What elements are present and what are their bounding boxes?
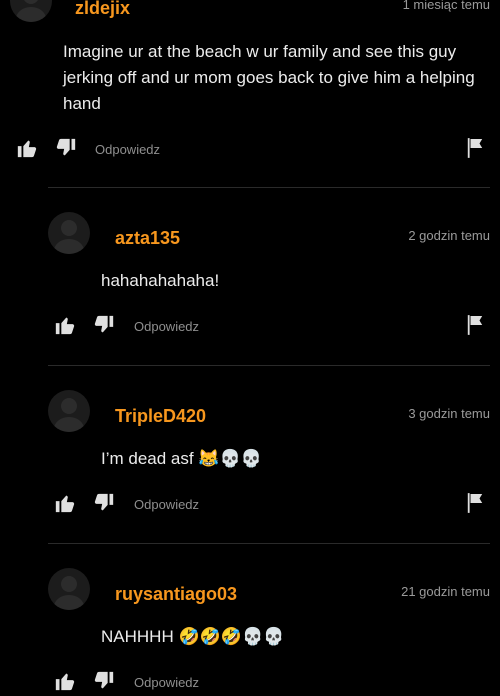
comment-item: ruysantiago03 21 godzin temu NAHHHH 🤣🤣🤣💀… (0, 546, 500, 696)
thumbs-down-icon[interactable] (93, 670, 115, 692)
comment-actions: Odpowiedz (0, 670, 500, 694)
thumbs-down-icon[interactable] (93, 492, 115, 514)
comment-item: zldejix 1 miesiąc temu Imagine ur at the… (0, 0, 500, 190)
avatar[interactable] (48, 390, 90, 432)
reply-button[interactable]: Odpowiedz (134, 497, 199, 512)
comment-text: hahahahahaha! (101, 271, 220, 290)
thumbs-down-icon[interactable] (55, 137, 77, 159)
reply-button[interactable]: Odpowiedz (95, 142, 160, 157)
comment-timestamp: 2 godzin temu (408, 228, 490, 243)
flag-icon[interactable] (466, 493, 484, 513)
divider (48, 543, 490, 544)
comment-item: TripleD420 3 godzin temu I’m dead asf 😹💀… (0, 368, 500, 546)
comment-actions: Odpowiedz (0, 314, 500, 338)
flag-icon[interactable] (466, 138, 484, 158)
reply-button[interactable]: Odpowiedz (134, 319, 199, 334)
thumbs-up-icon[interactable] (54, 670, 76, 692)
thumbs-down-icon[interactable] (93, 314, 115, 336)
avatar[interactable] (48, 568, 90, 610)
comment-username[interactable]: azta135 (115, 228, 180, 249)
comment-username[interactable]: ruysantiago03 (115, 584, 237, 605)
comment-username[interactable]: zldejix (75, 0, 130, 19)
comment-timestamp: 21 godzin temu (401, 584, 490, 599)
reply-button[interactable]: Odpowiedz (134, 675, 199, 690)
divider (48, 365, 490, 366)
comment-item: azta135 2 godzin temu hahahahahaha! Odpo… (0, 190, 500, 368)
thumbs-up-icon[interactable] (16, 137, 38, 159)
avatar[interactable] (10, 0, 52, 22)
comment-actions: Odpowiedz (0, 492, 500, 516)
flag-icon[interactable] (466, 315, 484, 335)
comment-text: NAHHHH 🤣🤣🤣💀💀 (101, 627, 285, 646)
comment-timestamp: 1 miesiąc temu (402, 0, 490, 12)
comment-actions: Odpowiedz (0, 137, 500, 161)
avatar[interactable] (48, 212, 90, 254)
comment-username[interactable]: TripleD420 (115, 406, 206, 427)
thumbs-up-icon[interactable] (54, 314, 76, 336)
divider (48, 187, 490, 188)
comment-text: I’m dead asf 😹💀💀 (101, 449, 262, 468)
comment-timestamp: 3 godzin temu (408, 406, 490, 421)
thumbs-up-icon[interactable] (54, 492, 76, 514)
comment-text: Imagine ur at the beach w ur family and … (63, 42, 480, 113)
